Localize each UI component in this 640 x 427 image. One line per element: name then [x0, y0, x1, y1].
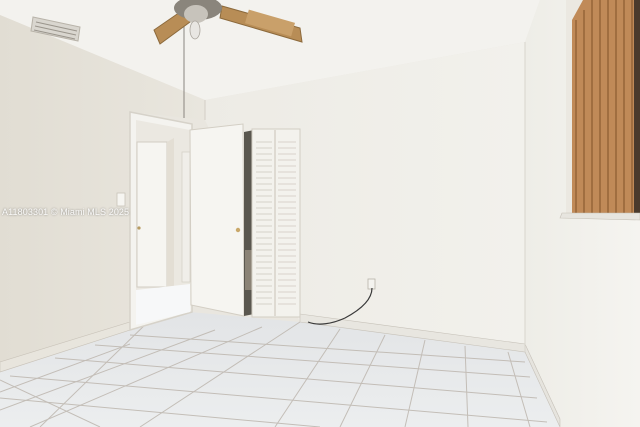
door-knob — [235, 227, 241, 233]
window-blinds-icon — [559, 0, 640, 221]
hallway-doorway — [129, 111, 193, 331]
room-photo: A11803301 © Miami MLS 2025 — [0, 0, 640, 427]
open-room-door — [189, 123, 245, 317]
power-outlet-icon — [367, 278, 376, 290]
light-switch — [116, 192, 126, 207]
closet — [244, 128, 301, 318]
mls-watermark: A11803301 © Miami MLS 2025 — [2, 207, 130, 217]
